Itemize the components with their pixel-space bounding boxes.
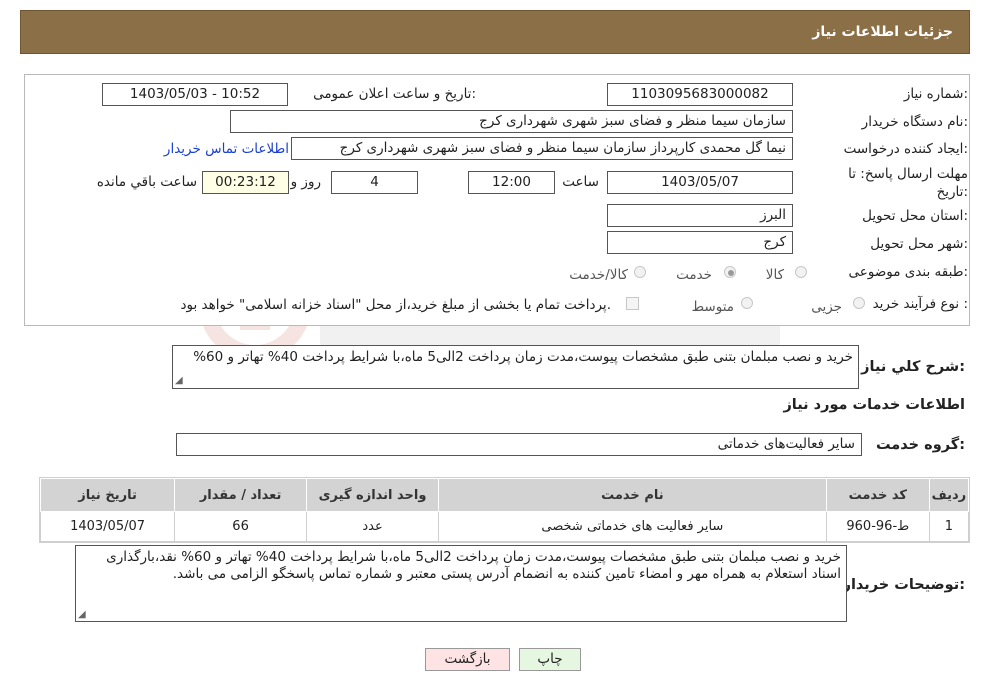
- category-label: طبقه بندی موضوعی:: [848, 264, 968, 280]
- category-option-goods-label: کالا: [765, 267, 784, 283]
- column-header-service-name: نام خدمت: [438, 478, 827, 512]
- purchase-type-medium-label: متوسط: [691, 299, 734, 315]
- column-header-service-code: کد خدمت: [825, 478, 930, 512]
- cell-unit: عدد: [306, 511, 440, 542]
- need-number-label: شماره نیاز:: [903, 86, 968, 102]
- purchase-type-minor-radio[interactable]: [853, 297, 865, 309]
- category-option-service-label: خدمت: [676, 267, 712, 283]
- remaining-time-field[interactable]: 00:23:12: [202, 171, 289, 194]
- city-label: شهر محل تحویل:: [870, 236, 968, 252]
- cell-service-name: سایر فعالیت های خدماتی شخصی: [438, 511, 827, 542]
- buyer-org-label: نام دستگاه خریدار:: [861, 114, 968, 130]
- services-section-title: اطلاعات خدمات مورد نیاز: [783, 397, 965, 413]
- category-option-goods-radio[interactable]: [795, 266, 807, 278]
- remaining-days-label: روز و: [290, 174, 321, 190]
- column-header-row-number: ردیف: [928, 478, 970, 512]
- back-button[interactable]: بازگشت: [425, 648, 510, 671]
- cell-quantity: 66: [174, 511, 308, 542]
- city-field[interactable]: کرج: [607, 231, 793, 254]
- remaining-days-field[interactable]: 4: [331, 171, 418, 194]
- deadline-date-field[interactable]: 1403/05/07: [607, 171, 793, 194]
- announce-datetime-field[interactable]: 1403/05/03 - 10:52: [102, 83, 288, 106]
- page-header: جزئیات اطلاعات نیاز: [20, 10, 970, 54]
- treasury-bonds-checkbox[interactable]: [626, 297, 639, 310]
- service-group-field[interactable]: سایر فعالیت‌های خدماتی: [176, 433, 862, 456]
- deadline-time-field[interactable]: 12:00: [468, 171, 555, 194]
- summary-textarea[interactable]: خرید و نصب مبلمان بتنی طبق مشخصات پیوست،…: [172, 345, 859, 389]
- cell-need-date: 1403/05/07: [39, 511, 176, 542]
- requester-field[interactable]: نیما گل محمدی کارپرداز سازمان سیما منظر …: [291, 137, 793, 160]
- summary-label: شرح کلي نیاز:: [861, 359, 965, 375]
- announce-datetime-label: تاریخ و ساعت اعلان عمومی:: [313, 86, 476, 102]
- cell-service-code: ط-96-960: [825, 511, 930, 542]
- category-option-both-radio[interactable]: [634, 266, 646, 278]
- buyer-notes-label: توضیحات خریدار:: [842, 577, 965, 593]
- category-option-both-label: کالا/خدمت: [569, 267, 628, 283]
- cell-row-number: 1: [928, 511, 970, 542]
- purchase-type-minor-label: جزیی: [811, 299, 842, 315]
- deadline-label-line1: مهلت ارسال پاسخ: تا: [848, 166, 968, 182]
- resize-grip-icon[interactable]: ◢: [175, 376, 185, 386]
- table-row[interactable]: 1 ط-96-960 سایر فعالیت های خدماتی شخصی ع…: [39, 511, 970, 542]
- deadline-label-line2: تاریخ:: [936, 184, 968, 200]
- column-header-need-date: تاریخ نیاز: [39, 478, 176, 512]
- resize-grip-icon[interactable]: ◢: [78, 610, 88, 620]
- column-header-unit: واحد اندازه گیری: [306, 478, 440, 512]
- category-option-service-radio[interactable]: [724, 266, 736, 278]
- buyer-notes-textarea[interactable]: خرید و نصب مبلمان بتنی طبق مشخصات پیوست،…: [75, 545, 847, 622]
- print-button[interactable]: چاپ: [519, 648, 581, 671]
- column-header-quantity: تعداد / مقدار: [174, 478, 308, 512]
- need-number-field[interactable]: 1103095683000082: [607, 83, 793, 106]
- table-header-row: ردیف کد خدمت نام خدمت واحد اندازه گیری ت…: [39, 478, 970, 512]
- services-table: ردیف کد خدمت نام خدمت واحد اندازه گیری ت…: [39, 477, 970, 543]
- province-field[interactable]: البرز: [607, 204, 793, 227]
- purchase-type-label: نوع فرآیند خرید :: [872, 296, 968, 312]
- buyer-org-field[interactable]: سازمان سیما منظر و فضای سبز شهری شهرداری…: [230, 110, 793, 133]
- remaining-time-label: ساعت باقي مانده: [96, 174, 197, 190]
- buyer-contact-link[interactable]: اطلاعات تماس خریدار: [164, 141, 289, 157]
- purchase-type-medium-radio[interactable]: [741, 297, 753, 309]
- deadline-time-label: ساعت: [562, 174, 599, 190]
- service-group-label: گروه خدمت:: [875, 437, 965, 453]
- province-label: استان محل تحویل:: [862, 208, 968, 224]
- requester-label: ایجاد کننده درخواست:: [843, 141, 968, 157]
- page-title: جزئیات اطلاعات نیاز: [812, 24, 953, 40]
- treasury-bonds-note: پرداخت تمام یا بخشی از مبلغ خرید،از محل …: [180, 297, 611, 313]
